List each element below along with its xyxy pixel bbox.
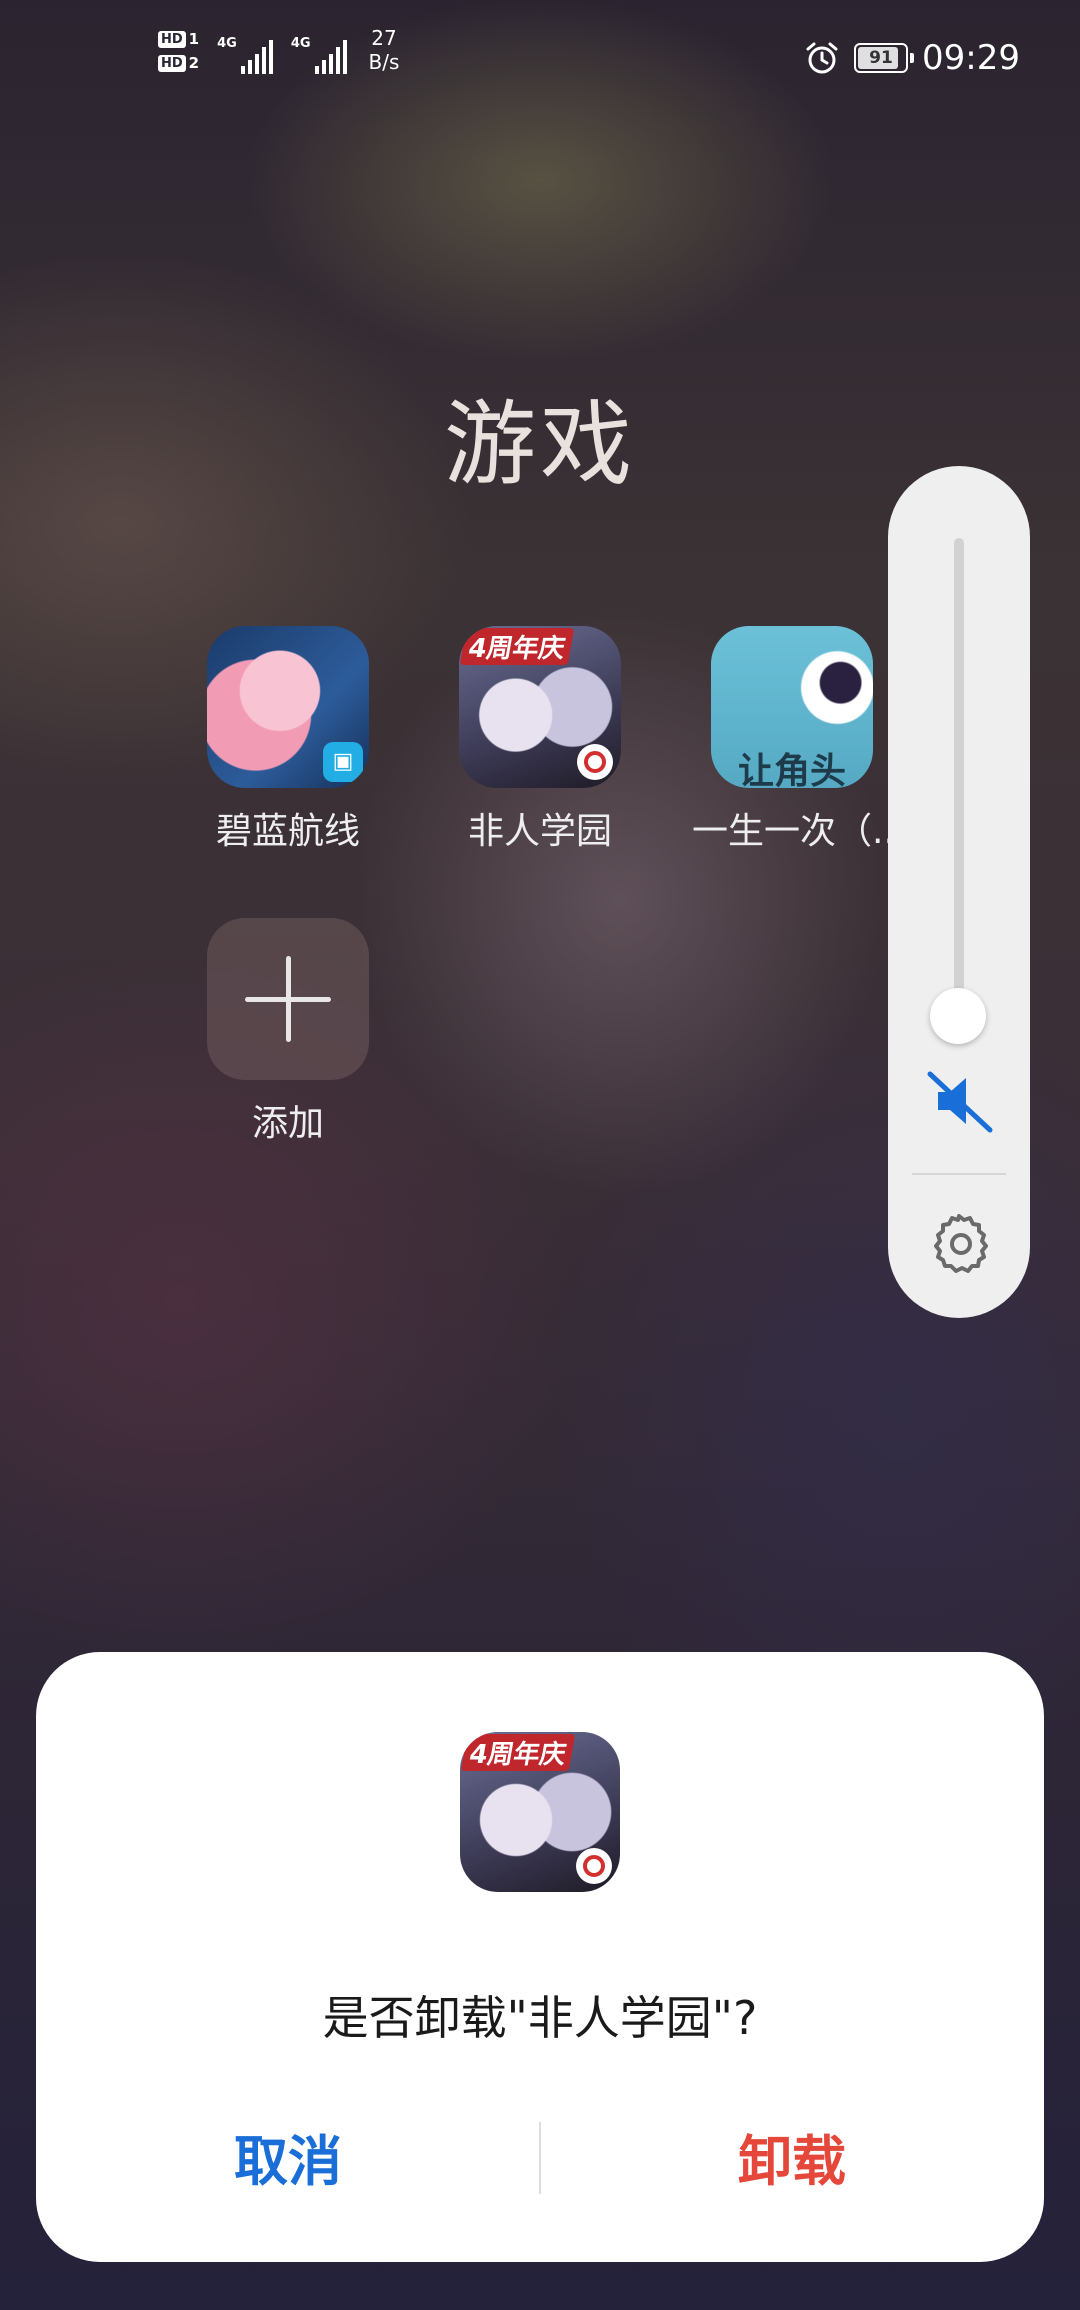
hd-badge: HD [158, 30, 186, 48]
icon-caption: 让角头 [737, 751, 846, 788]
volume-slider-thumb[interactable] [930, 988, 986, 1044]
uninstall-dialog: 4周年庆 是否卸载"非人学园"? 取消 卸载 [36, 1652, 1044, 2262]
hd-indicators: HD 1 HD 2 [158, 30, 199, 72]
signal-sim1: 4G [217, 30, 273, 74]
anniversary-badge: 4周年庆 [460, 1734, 576, 1771]
yisheng-yici-icon[interactable]: 让角头 [711, 626, 873, 788]
status-bar: HD 1 HD 2 4G 4G 27 B/s 91 09:29 [0, 0, 1080, 120]
app-label: 非人学园 [467, 811, 612, 852]
uninstall-question: 是否卸载"非人学园"? [322, 1991, 758, 2045]
sim-number: 1 [188, 30, 200, 48]
battery-icon: 91 [854, 43, 915, 73]
azur-lane-icon[interactable]: ▣ [207, 626, 369, 788]
speed-unit: B/s [368, 50, 400, 74]
network-type: 4G [290, 36, 311, 51]
status-left: HD 1 HD 2 4G 4G 27 B/s [158, 26, 399, 74]
app-label: 一生一次（... [692, 811, 907, 852]
alarm-clock-icon [806, 42, 838, 74]
bilibili-badge-icon: ▣ [323, 742, 363, 782]
panel-divider [912, 1173, 1006, 1175]
add-tile[interactable] [207, 918, 369, 1080]
cancel-button[interactable]: 取消 [36, 2112, 540, 2212]
clock-time: 09:29 [922, 38, 1020, 78]
sim2-indicator: HD 2 [158, 54, 199, 72]
signal-bars-icon [314, 38, 347, 74]
app-feiren-xueyuan[interactable]: 4周年庆 非人学园 [440, 626, 640, 854]
anniversary-badge: 4周年庆 [459, 628, 575, 665]
speaker-muted-icon[interactable] [924, 1066, 994, 1136]
volume-slider-track[interactable] [954, 538, 964, 1014]
feiren-xueyuan-icon[interactable]: 4周年庆 [459, 626, 621, 788]
netease-logo-icon [577, 744, 613, 780]
app-label: 添加 [251, 1103, 324, 1144]
volume-panel [888, 466, 1030, 1318]
netease-logo-icon [576, 1848, 612, 1884]
signal-sim2: 4G [291, 30, 347, 74]
speed-value: 27 [371, 26, 397, 50]
sim-number: 2 [188, 54, 200, 72]
app-label: 碧蓝航线 [215, 811, 360, 852]
sim1-indicator: HD 1 [158, 30, 199, 48]
status-right: 91 09:29 [804, 38, 1020, 78]
gear-icon[interactable] [926, 1210, 992, 1276]
network-speed: 27 B/s [369, 26, 400, 74]
uninstall-button[interactable]: 卸载 [540, 2112, 1044, 2212]
hd-badge: HD [158, 54, 186, 72]
battery-level: 91 [869, 48, 893, 68]
feiren-xueyuan-icon: 4周年庆 [460, 1732, 620, 1892]
app-azur-lane[interactable]: ▣ 碧蓝航线 [188, 626, 388, 854]
plus-icon [245, 956, 331, 1042]
signal-bars-icon [240, 38, 273, 74]
app-yisheng-yici[interactable]: 让角头 一生一次（... [692, 626, 907, 854]
network-type: 4G [217, 36, 237, 51]
add-app-button[interactable]: 添加 [188, 918, 388, 1146]
